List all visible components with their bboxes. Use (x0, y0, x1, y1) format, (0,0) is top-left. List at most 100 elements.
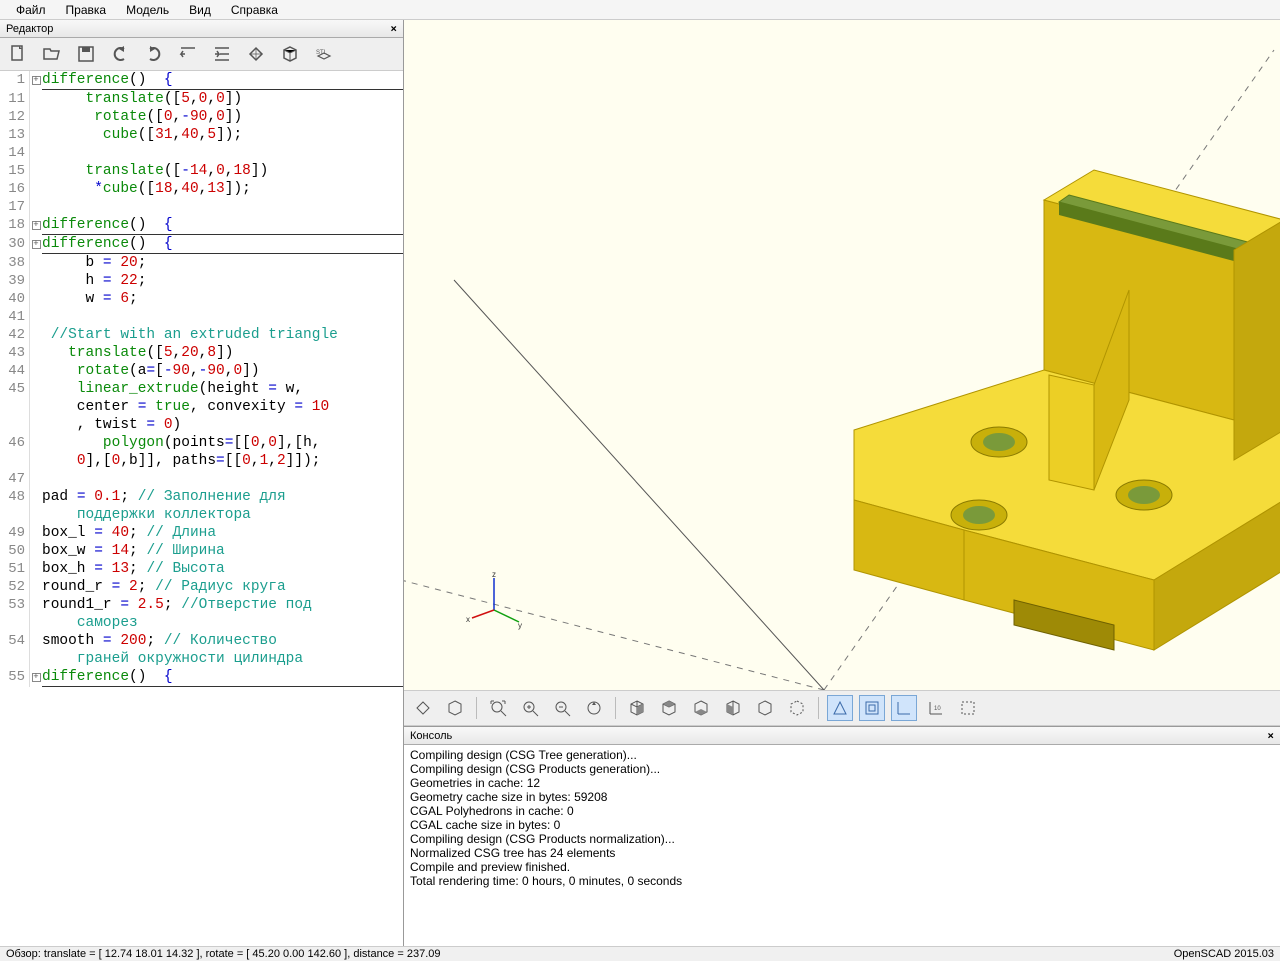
code-line[interactable]: 40 w = 6; (0, 290, 403, 308)
code-line[interactable]: 54smooth = 200; // Количество (0, 632, 403, 650)
code-text[interactable]: difference() { (42, 216, 403, 235)
code-line[interactable]: 38 b = 20; (0, 254, 403, 272)
export-stl-icon[interactable]: STL (312, 42, 336, 66)
orthogonal-icon[interactable] (859, 695, 885, 721)
save-file-icon[interactable] (74, 42, 98, 66)
code-line[interactable]: 52round_r = 2; // Радиус круга (0, 578, 403, 596)
code-line[interactable]: 1+difference() { (0, 71, 403, 90)
code-line[interactable]: 45 linear_extrude(height = w, (0, 380, 403, 398)
code-text[interactable]: w = 6; (42, 290, 403, 308)
undo-icon[interactable] (108, 42, 132, 66)
code-line[interactable]: граней окружности цилиндра (0, 650, 403, 668)
code-line[interactable]: 55+difference() { (0, 668, 403, 687)
reset-view-icon[interactable] (581, 695, 607, 721)
indent-icon[interactable] (210, 42, 234, 66)
code-text[interactable]: h = 22; (42, 272, 403, 290)
menu-model[interactable]: Модель (116, 1, 179, 19)
view-top-icon[interactable] (656, 695, 682, 721)
code-line[interactable]: 46 polygon(points=[[0,0],[h, (0, 434, 403, 452)
code-line[interactable]: 53round1_r = 2.5; //Отверстие под (0, 596, 403, 614)
code-text[interactable]: поддержки коллектора (42, 506, 403, 524)
fold-toggle[interactable]: + (30, 71, 42, 90)
code-text[interactable]: box_h = 13; // Высота (42, 560, 403, 578)
code-line[interactable]: 17 (0, 198, 403, 216)
code-text[interactable]: box_l = 40; // Длина (42, 524, 403, 542)
fold-toggle[interactable]: + (30, 668, 42, 687)
code-text[interactable]: translate([5,0,0]) (42, 90, 403, 108)
code-line[interactable]: 13 cube([31,40,5]); (0, 126, 403, 144)
code-text[interactable]: translate([-14,0,18]) (42, 162, 403, 180)
viewport-3d[interactable]: z y x (404, 20, 1280, 690)
code-text[interactable]: , twist = 0) (42, 416, 403, 434)
code-text[interactable]: саморез (42, 614, 403, 632)
code-text[interactable]: center = true, convexity = 10 (42, 398, 403, 416)
code-text[interactable]: round_r = 2; // Радиус круга (42, 578, 403, 596)
code-text[interactable]: translate([5,20,8]) (42, 344, 403, 362)
preview-view-icon[interactable] (410, 695, 436, 721)
preview-icon[interactable] (244, 42, 268, 66)
code-line[interactable]: 16 *cube([18,40,13]); (0, 180, 403, 198)
code-line[interactable]: 44 rotate(a=[-90,-90,0]) (0, 362, 403, 380)
code-text[interactable]: box_w = 14; // Ширина (42, 542, 403, 560)
menu-file[interactable]: Файл (6, 1, 56, 19)
code-text[interactable]: polygon(points=[[0,0],[h, (42, 434, 403, 452)
code-text[interactable] (42, 308, 403, 326)
render-view-icon[interactable] (442, 695, 468, 721)
code-line[interactable]: 43 translate([5,20,8]) (0, 344, 403, 362)
code-text[interactable]: 0],[0,b]], paths=[[0,1,2]]); (42, 452, 403, 470)
code-line[interactable]: 49box_l = 40; // Длина (0, 524, 403, 542)
edges-icon[interactable] (955, 695, 981, 721)
code-text[interactable]: linear_extrude(height = w, (42, 380, 403, 398)
menu-help[interactable]: Справка (221, 1, 288, 19)
code-line[interactable]: 11 translate([5,0,0]) (0, 90, 403, 108)
code-text[interactable]: граней окружности цилиндра (42, 650, 403, 668)
code-line[interactable]: поддержки коллектора (0, 506, 403, 524)
render-icon[interactable] (278, 42, 302, 66)
code-text[interactable]: b = 20; (42, 254, 403, 272)
code-line[interactable]: 30+difference() { (0, 235, 403, 254)
code-text[interactable]: cube([31,40,5]); (42, 126, 403, 144)
view-right-icon[interactable] (624, 695, 650, 721)
code-text[interactable]: rotate([0,-90,0]) (42, 108, 403, 126)
code-text[interactable]: //Start with an extruded triangle (42, 326, 403, 344)
code-line[interactable]: 39 h = 22; (0, 272, 403, 290)
open-file-icon[interactable] (40, 42, 64, 66)
code-text[interactable]: round1_r = 2.5; //Отверстие под (42, 596, 403, 614)
new-file-icon[interactable] (6, 42, 30, 66)
zoom-in-icon[interactable] (517, 695, 543, 721)
code-text[interactable] (42, 144, 403, 162)
code-text[interactable]: rotate(a=[-90,-90,0]) (42, 362, 403, 380)
code-line[interactable]: 51box_h = 13; // Высота (0, 560, 403, 578)
code-text[interactable]: difference() { (42, 668, 403, 687)
code-line[interactable]: 15 translate([-14,0,18]) (0, 162, 403, 180)
code-line[interactable]: 41 (0, 308, 403, 326)
view-bottom-icon[interactable] (688, 695, 714, 721)
code-line[interactable]: 0],[0,b]], paths=[[0,1,2]]); (0, 452, 403, 470)
code-line[interactable]: 47 (0, 470, 403, 488)
code-text[interactable]: *cube([18,40,13]); (42, 180, 403, 198)
view-front-icon[interactable] (752, 695, 778, 721)
zoom-all-icon[interactable] (485, 695, 511, 721)
view-back-icon[interactable] (784, 695, 810, 721)
menu-view[interactable]: Вид (179, 1, 221, 19)
fold-toggle[interactable]: + (30, 235, 42, 254)
console-output[interactable]: Compiling design (CSG Tree generation)..… (404, 745, 1280, 946)
code-line[interactable]: center = true, convexity = 10 (0, 398, 403, 416)
code-line[interactable]: 48pad = 0.1; // Заполнение для (0, 488, 403, 506)
code-line[interactable]: 18+difference() { (0, 216, 403, 235)
code-editor[interactable]: 1+difference() {11 translate([5,0,0])12 … (0, 71, 403, 946)
code-text[interactable]: pad = 0.1; // Заполнение для (42, 488, 403, 506)
view-left-icon[interactable] (720, 695, 746, 721)
code-line[interactable]: , twist = 0) (0, 416, 403, 434)
code-text[interactable]: difference() { (42, 71, 403, 90)
editor-close-icon[interactable]: × (390, 22, 397, 35)
code-text[interactable]: smooth = 200; // Количество (42, 632, 403, 650)
zoom-out-icon[interactable] (549, 695, 575, 721)
fold-toggle[interactable]: + (30, 216, 42, 235)
code-line[interactable]: саморез (0, 614, 403, 632)
code-line[interactable]: 42 //Start with an extruded triangle (0, 326, 403, 344)
code-text[interactable]: difference() { (42, 235, 403, 254)
scale-marker-icon[interactable]: 10 (923, 695, 949, 721)
menu-edit[interactable]: Правка (56, 1, 117, 19)
unindent-icon[interactable] (176, 42, 200, 66)
